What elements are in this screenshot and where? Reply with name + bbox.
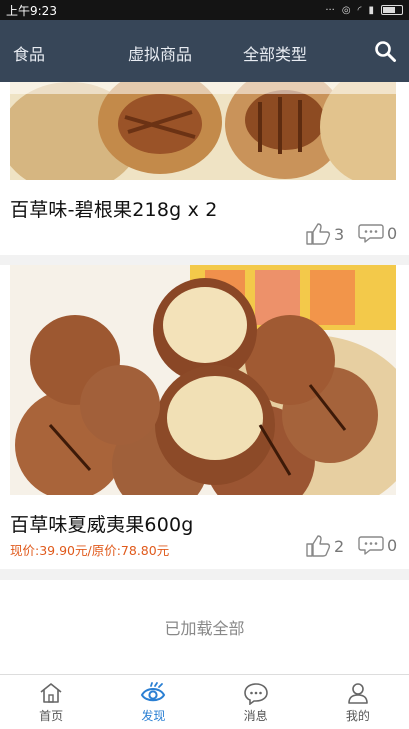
product-price: 现价:39.90元/原价:78.80元 (10, 543, 170, 558)
bottom-tab-bar: 首页 发现 消息 我的 (0, 674, 409, 729)
like-stat[interactable]: 3 (305, 222, 344, 246)
top-nav: 食品 虚拟商品 全部类型 (0, 20, 409, 82)
like-count: 3 (334, 224, 345, 244)
eye-icon (141, 681, 166, 701)
tab-home-label: 首页 (39, 708, 64, 723)
signal-icon: ▮ (368, 4, 374, 16)
nav-item-food[interactable]: 食品 (13, 41, 45, 65)
wifi-icon: ◜ (357, 4, 362, 16)
all-loaded-label: 已加载全部 (164, 619, 245, 638)
tab-messages[interactable]: 消息 (205, 675, 307, 729)
nav-item-all-types[interactable]: 全部类型 (243, 41, 307, 65)
nav-item-virtual-goods[interactable]: 虚拟商品 (128, 41, 192, 65)
like-count: 2 (334, 536, 345, 556)
message-icon (243, 682, 268, 705)
comment-stat[interactable]: 0 (358, 222, 397, 244)
more-icon: ··· (325, 4, 335, 16)
home-icon (40, 682, 62, 703)
comment-count: 0 (387, 535, 398, 555)
like-stat[interactable]: 2 (305, 534, 344, 558)
tab-discover[interactable]: 发现 (102, 675, 204, 729)
product-title[interactable]: 百草味夏威夷果600g (10, 510, 194, 537)
comment-stat[interactable]: 0 (358, 534, 397, 556)
feed-list[interactable]: 百草味-碧根果218g x 2 3 0 百草味夏威夷果600g 现价:39.90… (0, 82, 409, 674)
thumb-up-icon[interactable] (305, 222, 331, 246)
alarm-icon: ◎ (341, 4, 351, 16)
tab-messages-label: 消息 (243, 708, 268, 723)
comment-count: 0 (387, 223, 398, 243)
list-item[interactable]: 百草味夏威夷果600g 现价:39.90元/原价:78.80元 2 0 (0, 265, 409, 569)
user-icon (348, 682, 368, 704)
battery-icon (381, 5, 403, 15)
product-image[interactable] (10, 265, 396, 495)
product-title[interactable]: 百草味-碧根果218g x 2 (10, 195, 218, 222)
status-bar: 上午9:23 ··· ◎ ◜ ▮ (0, 0, 409, 20)
thumb-up-icon[interactable] (305, 534, 331, 558)
list-item[interactable]: 百草味-碧根果218g x 2 3 0 (0, 82, 409, 255)
all-loaded-text: 已加载全部 (0, 580, 409, 674)
status-icons: ··· ◎ ◜ ▮ (325, 5, 403, 16)
tab-profile[interactable]: 我的 (307, 675, 409, 729)
search-icon[interactable] (373, 39, 397, 63)
comment-icon[interactable] (358, 534, 384, 556)
tab-home[interactable]: 首页 (0, 675, 102, 729)
status-time: 上午9:23 (6, 3, 57, 18)
comment-icon[interactable] (358, 222, 384, 244)
product-image[interactable] (10, 82, 396, 180)
tab-profile-label: 我的 (345, 708, 370, 723)
tab-discover-label: 发现 (141, 708, 166, 723)
